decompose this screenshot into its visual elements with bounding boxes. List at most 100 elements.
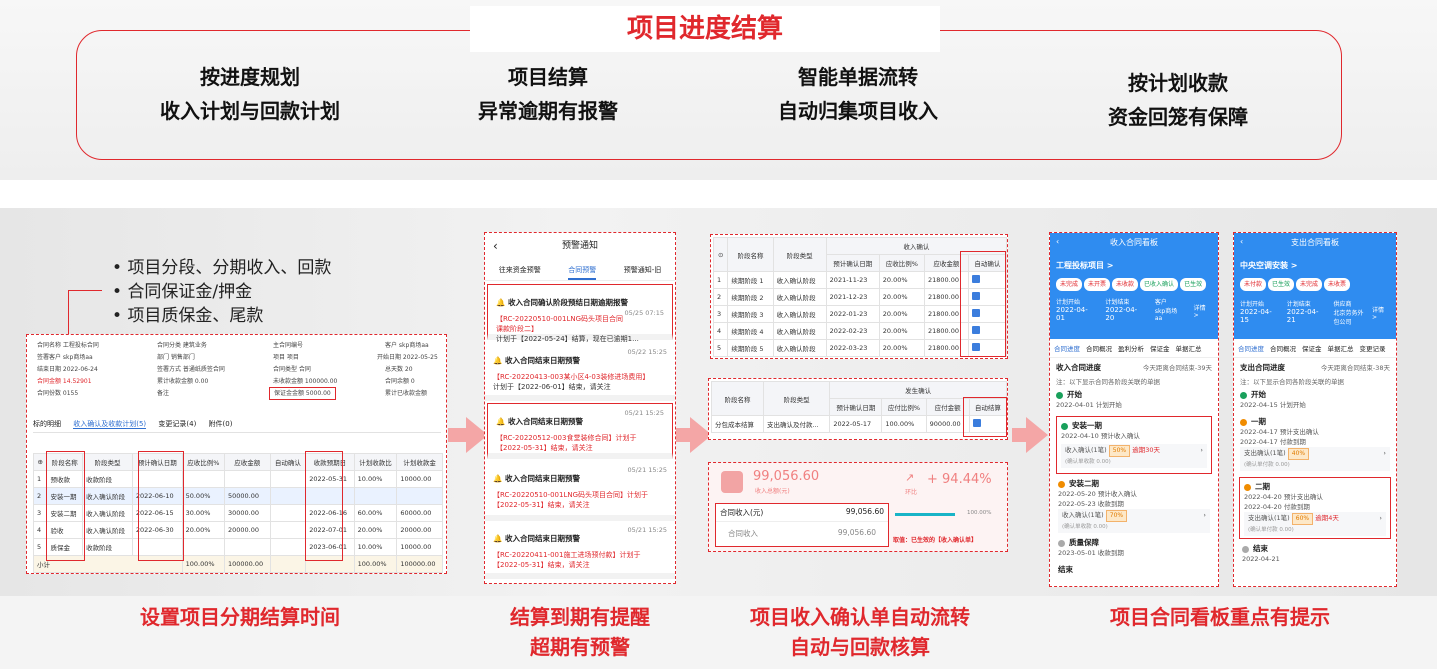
tab-plan[interactable]: 收入确认及收款计划(5)	[73, 420, 147, 429]
project-name[interactable]: 中央空调安装 >	[1240, 260, 1390, 271]
tab-profit[interactable]: 盈利分析	[1118, 343, 1144, 353]
card-time: 05/22 15:25	[627, 348, 667, 356]
stage-date: 2023-05-01 收款到期	[1058, 549, 1124, 557]
table-row[interactable]: 5 质保金 收款阶段 2023-06-01 10.00% 10000.00	[32, 538, 443, 556]
end-date: 2022-04-21	[1286, 308, 1319, 324]
card-time: 05/21 15:25	[627, 526, 667, 534]
stage-date: 2022-05-20 预计收入确认	[1058, 490, 1137, 498]
col-header: 阶段名称	[727, 237, 774, 272]
warning-card[interactable]: 🔔 收入合同结束日期预警 05/21 15:25 【RC-20220411-001…	[485, 521, 675, 579]
contract-income-box: 合同收入(元) 99,056.60 合同收入 99,056.60	[715, 503, 889, 547]
card-code: 【RC-20220512-003食堂装修合同】计划于	[496, 434, 637, 442]
tab-overview[interactable]: 合同概况	[1270, 343, 1296, 353]
table-row[interactable]: 1 预收款 收款阶段 2022-05-31 10.00% 10000.00	[32, 470, 443, 488]
tab-progress[interactable]: 合同进度	[1238, 343, 1264, 353]
tab-documents[interactable]: 单据汇总	[1328, 343, 1354, 353]
caption-3-line1: 项目收入确认单自动流转	[750, 605, 970, 629]
stage-date: 2022-04-17 预计支出确认	[1240, 428, 1319, 436]
tab-progress[interactable]: 合同进度	[1054, 343, 1080, 353]
feature-3: 智能单据流转 自动归集项目收入	[728, 60, 988, 128]
growth-label: 环比	[905, 489, 918, 496]
table-row[interactable]: 2 安装一期 收入确认阶段 2022-06-10 50.00% 50000.00	[32, 487, 443, 505]
stage-card-highlight[interactable]: 二期 2022-04-20 预计支出确认 2022-04-20 付款到期 支出确…	[1239, 477, 1391, 539]
card-code: 【RC-20220510-001LNG码头项目合同】计划于	[493, 491, 649, 499]
warning-card[interactable]: 🔔 收入合同结束日期预警 05/21 15:25 【RC-20220510-001…	[485, 461, 675, 521]
field: 开始日期 2022-05-25	[377, 354, 438, 361]
board-title: 支出合同看板	[1291, 238, 1339, 247]
highlight-auto-settle	[963, 397, 1007, 437]
card-code: 【RC-20220413-003某小区4-03装修进场费用】	[493, 373, 650, 381]
tab-changes[interactable]: 变更记录(4)	[158, 420, 196, 428]
bullet-item: 合同保证金/押金	[112, 280, 331, 304]
step-dot	[1242, 545, 1249, 553]
tab-overview[interactable]: 合同概况	[1086, 343, 1112, 353]
field: 合同份数 0155	[37, 390, 79, 397]
status-badge: 已收入确认	[1140, 278, 1179, 291]
tab-documents[interactable]: 单据汇总	[1176, 343, 1202, 353]
feature-1-title: 按进度规划	[200, 65, 300, 89]
progress-bar	[895, 513, 955, 516]
confirm-count: 支出确认(1笔)	[1248, 514, 1290, 522]
tab-attachments[interactable]: 附件(0)	[209, 420, 233, 428]
stage-card-highlight[interactable]: 安装一期 2022-04-10 预计收入确认 收入确认(1笔) 50% 逾期30…	[1056, 416, 1212, 474]
start-date: 2022-04-15	[1240, 308, 1272, 324]
settings-icon[interactable]: ⊙	[712, 237, 729, 272]
end-date: 2022-04-20	[1105, 306, 1138, 322]
card-time: 05/25 07:15	[624, 309, 664, 317]
feature-2: 项目结算 异常逾期有报警	[418, 60, 678, 128]
step-start: 开始	[1067, 390, 1082, 399]
project-name[interactable]: 工程投标项目 >	[1056, 260, 1212, 271]
tab-contract-warning[interactable]: 合同预警	[568, 259, 597, 280]
stage-date: 2022-04-17 付款到期	[1240, 438, 1306, 446]
status-badge: 未付款	[1240, 278, 1267, 291]
field: 主合同编号	[273, 342, 304, 349]
tab-fund-warning[interactable]: 往来资金预警	[499, 259, 541, 280]
caption-2-line2: 超期有预警	[530, 635, 630, 659]
plan-table: ⊕ 阶段名称 阶段类型 预计确认日期 应收比例% 应收金额 自动确认 收款预期日…	[32, 453, 443, 573]
confirm-count: 收入确认(1笔)	[1062, 511, 1104, 519]
detail-link[interactable]: 详情 >	[1372, 305, 1390, 326]
table-row[interactable]: 3 安装二期 收入确认阶段 2022-06-15 30.00% 30000.00 2022-…	[32, 504, 443, 522]
status-badge: 未完成	[1056, 278, 1083, 291]
feature-4-desc: 资金回笼有保障	[1108, 105, 1248, 129]
confirm-pct: 60%	[1291, 513, 1314, 525]
start-date: 2022-04-01	[1056, 306, 1088, 322]
col-header: 阶段类型	[82, 453, 133, 471]
col-header: 自动确认	[269, 453, 307, 471]
warning-card[interactable]: 🔔 收入合同结束日期预警 05/21 15:25 【RC-20220512-003…	[487, 403, 673, 459]
contract-income-row: 合同收入 99,056.60	[716, 522, 888, 545]
back-icon[interactable]: ‹	[1240, 237, 1243, 246]
stage-date: 2022-05-23 收款到期	[1058, 500, 1124, 508]
highlight-auto-confirm	[960, 251, 1006, 357]
chevron-right-icon[interactable]: ›	[1200, 445, 1203, 455]
confirm-amount: (确认单收款 0.00)	[1062, 524, 1108, 530]
days-remaining: 今天距离合同结束-39天	[1142, 364, 1212, 372]
tab-items[interactable]: 标的明细	[33, 420, 61, 428]
stage-date: 2022-04-10 预计收入确认	[1061, 432, 1140, 440]
board-title-bar: ‹ 收入合同看板	[1056, 237, 1212, 248]
back-icon[interactable]: ‹	[493, 233, 498, 259]
tab-deposit[interactable]: 保证金	[1150, 343, 1170, 353]
tab-deposit[interactable]: 保证金	[1302, 343, 1322, 353]
board-header: ‹ 支出合同看板 中央空调安装 > 未付款 已生效 未完成 未收票 计划开始 2022-0…	[1234, 233, 1396, 339]
chevron-right-icon[interactable]: ›	[1203, 510, 1206, 520]
col-header: 阶段类型	[762, 381, 831, 416]
field: 总天数 20	[385, 366, 413, 373]
detail-link[interactable]: 详情 >	[1194, 303, 1212, 322]
back-icon[interactable]: ‹	[1056, 237, 1059, 246]
card-title: 收入合同结束日期预警	[507, 417, 583, 426]
tab-changes[interactable]: 变更记录	[1360, 343, 1386, 353]
chevron-right-icon[interactable]: ›	[1383, 448, 1386, 458]
table-row[interactable]: 4 验收 收入确认阶段 2022-06-30 20.00% 20000.00 2022-07…	[32, 521, 443, 539]
plan-info: 计划开始 2022-04-01 计划结束 2022-04-20 客户 skp商场aa …	[1056, 297, 1212, 322]
field: 部门 销售部门	[157, 354, 195, 361]
card-text: 【2022-05-31】结束，请关注	[496, 444, 593, 452]
stage-card[interactable]: 安装二期 2022-05-20 预计收入确认 2022-05-23 收款到期 收…	[1050, 476, 1218, 577]
connector-line	[68, 290, 69, 334]
highlight-confirm-date	[138, 451, 184, 561]
warning-card[interactable]: 🔔 收入合同结束日期预警 05/22 15:25 【RC-20220413-003…	[485, 343, 675, 401]
tab-old-warning[interactable]: 预警通知-旧	[624, 259, 662, 280]
warning-card[interactable]: 🔔 收入合同确认阶段预结日期逾期报警 05/25 07:15 【RC-202205…	[487, 284, 673, 343]
card-code: 【RC-20220510-001LNG码头项目合同课款阶段二】	[496, 315, 624, 333]
chevron-right-icon[interactable]: ›	[1379, 513, 1382, 523]
